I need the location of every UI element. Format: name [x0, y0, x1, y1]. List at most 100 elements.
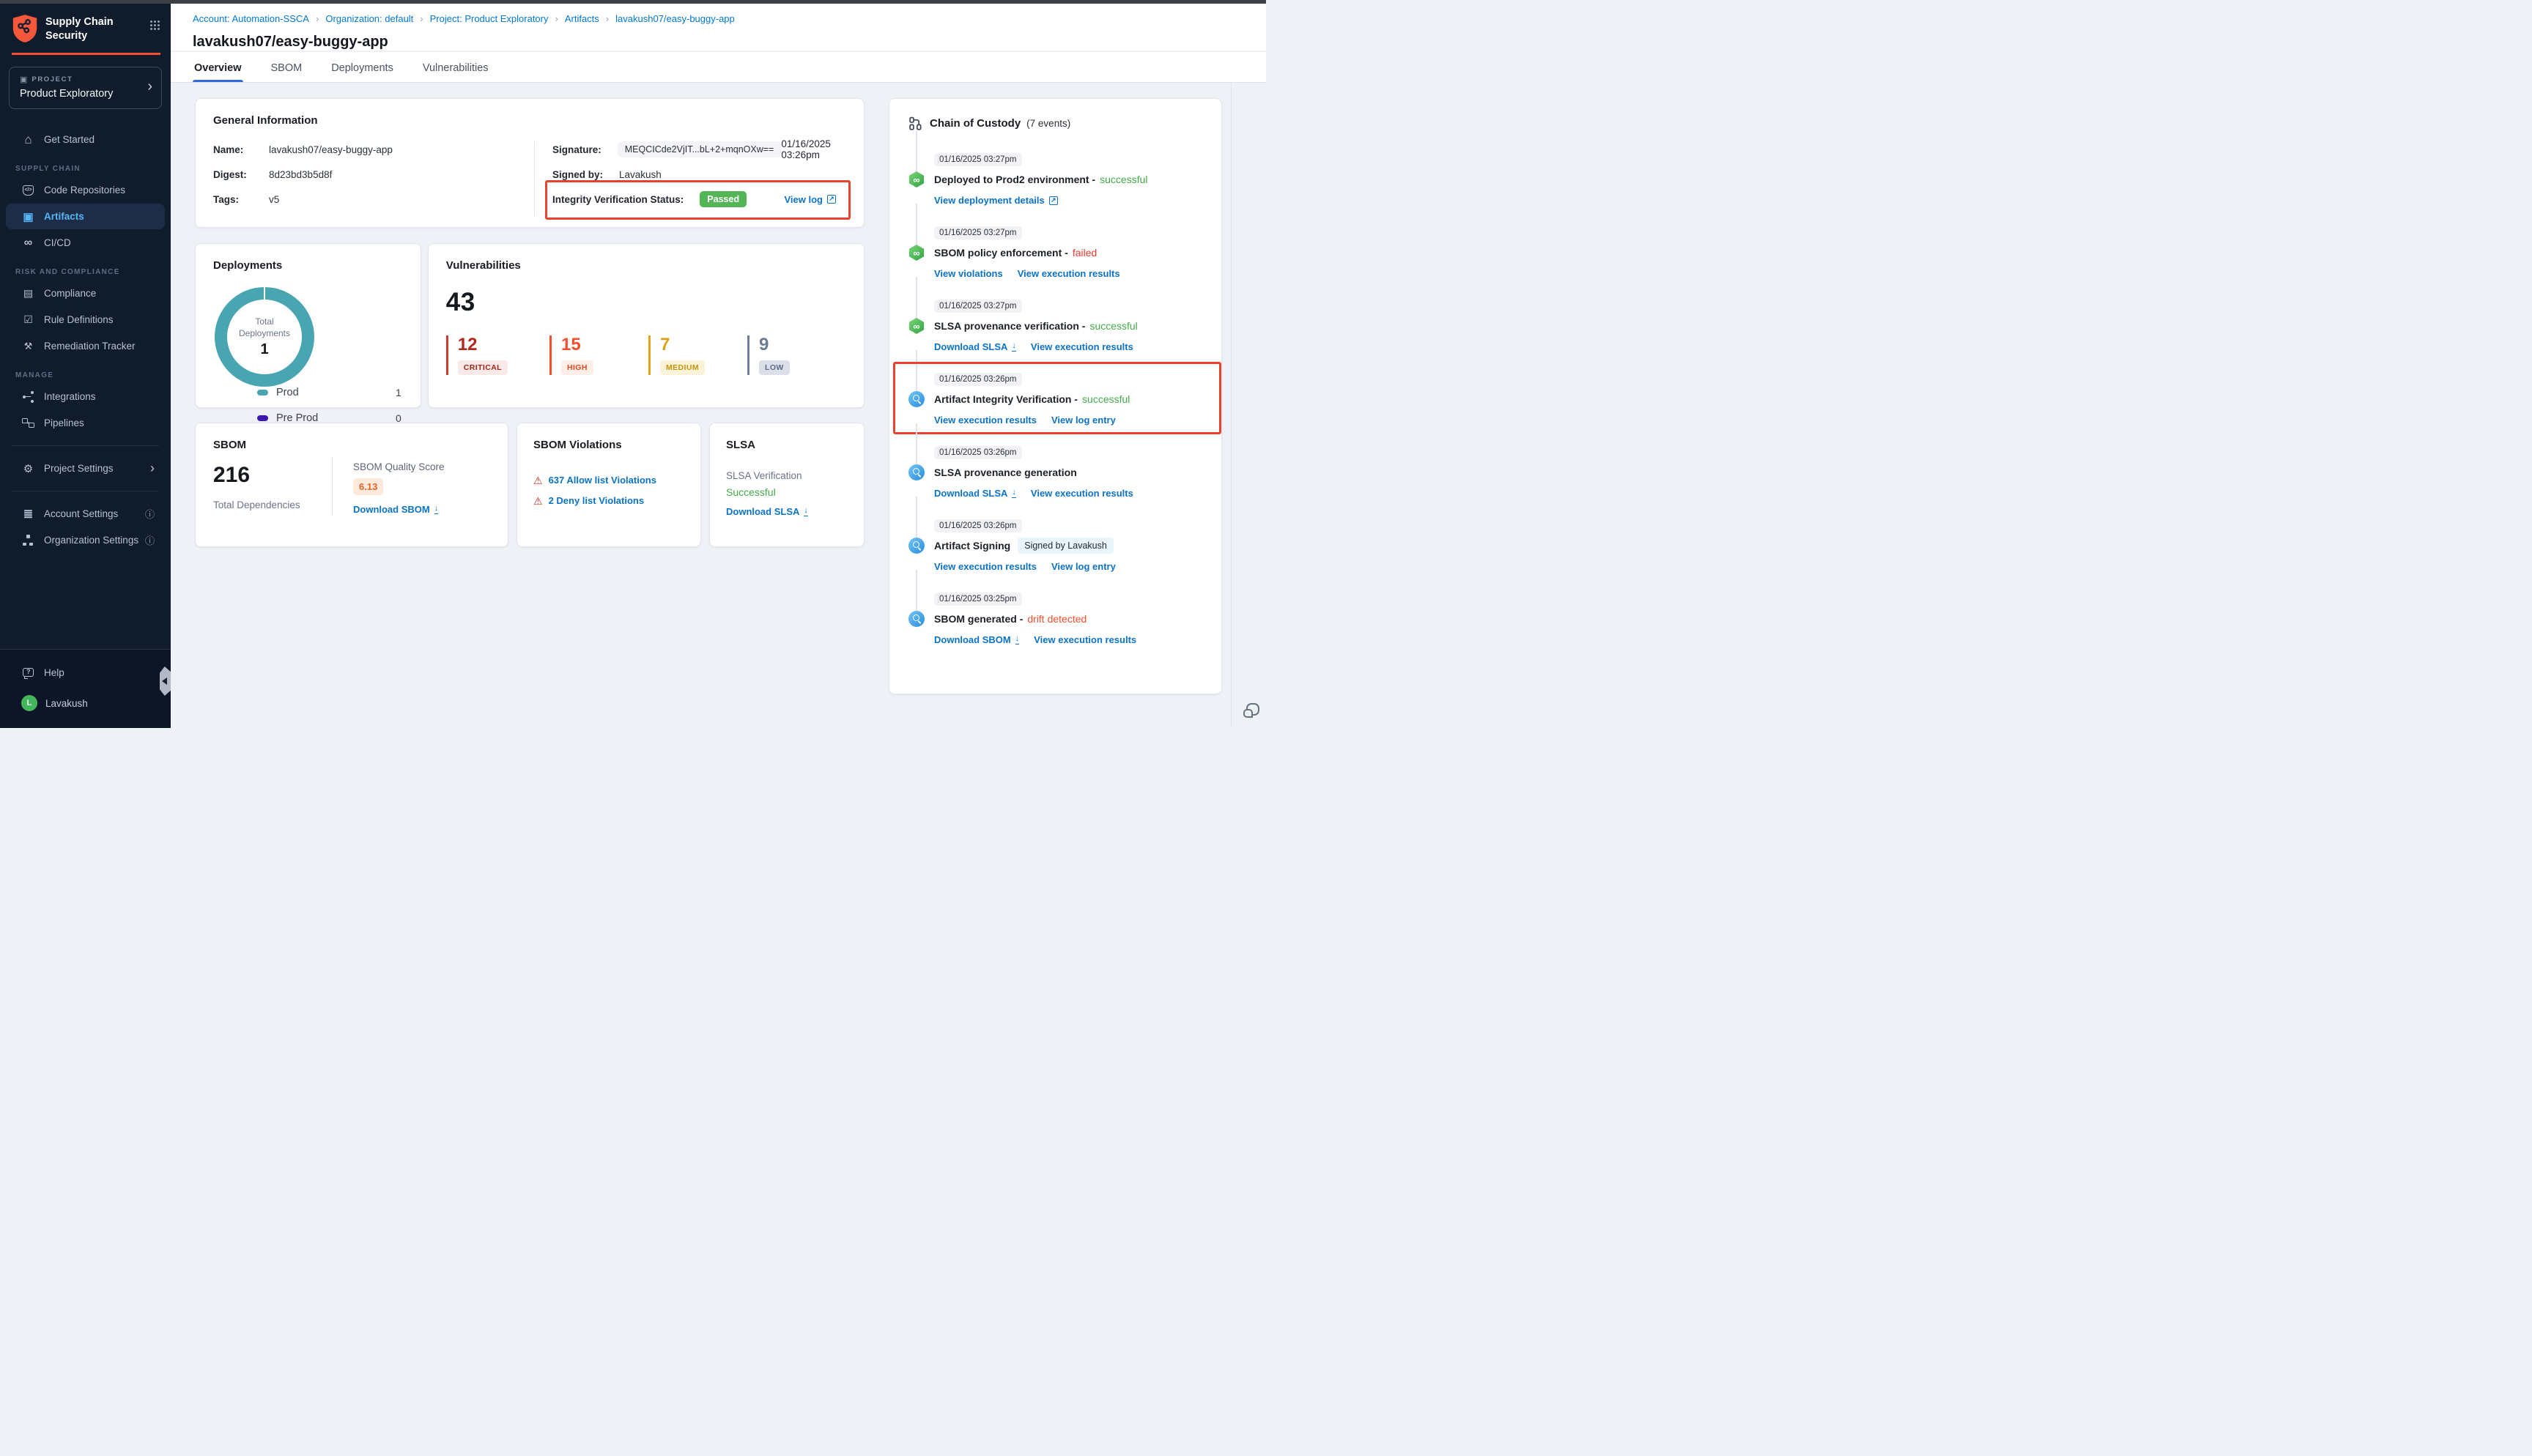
card-title: General Information [213, 114, 846, 127]
violation-row: ⚠ 637 Allow list Violations [533, 475, 684, 486]
app-grid-icon[interactable] [149, 20, 160, 31]
event-link[interactable]: View execution results [934, 561, 1037, 572]
project-label: PROJECT [32, 75, 73, 83]
box-tools-icon [21, 339, 35, 353]
event-link[interactable]: View execution results [1031, 341, 1133, 352]
breadcrumb-link[interactable]: Account: Automation-SSCA [193, 13, 309, 24]
general-information-card: General Information Name: lavakush07/eas… [195, 98, 865, 228]
digest-row: Digest: 8d23bd3b5d8f [213, 166, 534, 182]
sidebar-item-label: Compliance [44, 288, 96, 299]
sidebar-item[interactable]: Pipelines [6, 410, 165, 436]
tab[interactable]: Deployments [330, 52, 395, 82]
warning-triangle-icon: ⚠ [533, 496, 543, 506]
sidebar-item-user[interactable]: L Lavakush [6, 688, 165, 718]
sidebar-item-help[interactable]: Help [6, 658, 165, 687]
tab[interactable]: Overview [193, 52, 243, 82]
sidebar-item[interactable]: Compliance [6, 281, 165, 306]
event-timestamp: 01/16/2025 03:26pm [934, 373, 1022, 386]
artifact-name: lavakush07/easy-buggy-app [269, 144, 393, 155]
chain-event: 01/16/2025 03:25pm ∞ SBOM generated - dr… [908, 592, 1202, 645]
sidebar-item[interactable]: Rule Definitions [6, 307, 165, 333]
event-link[interactable]: Download SLSA [934, 488, 1016, 499]
tags-row: Tags: v5 [213, 191, 534, 207]
event-link[interactable]: View log entry [1051, 561, 1116, 572]
doc-search-icon [21, 286, 35, 300]
breadcrumb-link[interactable]: Project: Product Exploratory [413, 13, 548, 24]
event-title: Deployed to Prod2 environment - [934, 174, 1095, 185]
sidebar-item-organization-settings[interactable]: Organization Settings ⓘ [6, 527, 165, 553]
tab[interactable]: SBOM [270, 52, 304, 82]
ev-scan: ∞ [908, 391, 925, 407]
vulnerabilities-card: Vulnerabilities 43 12 CRITICAL [428, 243, 865, 408]
sidebar-item[interactable]: Integrations [6, 384, 165, 409]
signed-by-value: Lavakush [619, 169, 662, 180]
pipeline-icon [21, 416, 35, 430]
violations-link[interactable]: 2 Deny list Violations [549, 495, 645, 506]
chain-events-count: (7 events) [1026, 118, 1070, 129]
chat-help-icon[interactable] [1243, 703, 1259, 718]
download-slsa-link[interactable]: Download SLSA [726, 506, 808, 517]
event-link[interactable]: View execution results [1034, 634, 1136, 645]
severity-label-badge: LOW [759, 360, 790, 375]
main-content: Account: Automation-SSCAOrganization: de… [171, 4, 1266, 728]
breadcrumb-link[interactable]: Artifacts [549, 13, 599, 24]
event-link[interactable]: View execution results [1018, 268, 1120, 279]
slsa-verification-status: Successful [726, 486, 848, 498]
ev-scan: ∞ [908, 464, 925, 480]
sbom-quality-score-label: SBOM Quality Score [353, 461, 445, 472]
slsa-verification-label: SLSA Verification [726, 470, 848, 481]
sidebar-item[interactable]: Code Repositories [6, 177, 165, 203]
event-link[interactable]: Download SBOM [934, 634, 1019, 645]
deployments-card: Deployments Total Deployments 1 [195, 243, 421, 408]
scan-circle-icon [908, 391, 925, 407]
project-selector[interactable]: ▣ PROJECT Product Exploratory › [9, 67, 162, 109]
sidebar-sections: SUPPLY CHAIN Code Repositories [0, 165, 171, 436]
sidebar-item-account-settings[interactable]: Account Settings ⓘ [6, 501, 165, 527]
chain-event: 01/16/2025 03:26pm ∞ SLSA provenance gen… [908, 445, 1202, 499]
event-link[interactable]: View violations [934, 268, 1003, 279]
sidebar-collapse-handle[interactable] [160, 666, 171, 696]
breadcrumb-link[interactable]: lavakush07/easy-buggy-app [599, 13, 735, 24]
legend-swatch [257, 415, 268, 421]
event-title: SBOM generated - [934, 613, 1023, 625]
chain-of-custody-icon [908, 116, 922, 130]
sidebar-item[interactable]: CI/CD [6, 230, 165, 256]
status-badge: Passed [700, 191, 747, 207]
event-timestamp: 01/16/2025 03:26pm [934, 446, 1022, 459]
event-timestamp: 01/16/2025 03:26pm [934, 519, 1022, 532]
sidebar-item-label: Code Repositories [44, 185, 125, 196]
page-title: lavakush07/easy-buggy-app [193, 34, 1244, 51]
event-status: successful [1100, 174, 1147, 185]
severity-count: 15 [561, 335, 607, 354]
sidebar-item-label: Remediation Tracker [44, 341, 136, 352]
sidebar-item-project-settings[interactable]: Project Settings › [6, 456, 165, 481]
info-icon[interactable]: ⓘ [145, 507, 155, 521]
card-title: SLSA [726, 439, 848, 451]
event-link[interactable]: View execution results [1031, 488, 1133, 499]
download-sbom-link[interactable]: Download SBOM [353, 504, 438, 515]
view-log-link[interactable]: View log [785, 194, 837, 205]
sidebar-item[interactable]: Artifacts [6, 204, 165, 229]
warning-triangle-icon: ⚠ [533, 475, 543, 486]
pipeline-hexagon-icon: ∞ [908, 171, 925, 187]
tabbar: Overview SBOM Deployments Vulnerabilities [171, 52, 1266, 83]
signature-value-chip[interactable]: MEQCICde2VjIT...bL+2+mqnOXw== [618, 141, 782, 157]
breadcrumb-link[interactable]: Organization: default [309, 13, 413, 24]
chain-timeline: 01/16/2025 03:27pm ∞ Deployed to Prod2 e… [908, 152, 1202, 645]
artifact-digest: 8d23bd3b5d8f [269, 169, 332, 180]
sidebar-item-get-started[interactable]: Get Started [6, 127, 165, 152]
event-link[interactable]: Download SLSA [934, 341, 1016, 352]
supply-chain-security-logo-shield-icon [12, 14, 38, 43]
info-icon[interactable]: ⓘ [145, 533, 155, 547]
signature-row: Signature: MEQCICde2VjIT...bL+2+mqnOXw==… [552, 141, 846, 157]
infinity-icon [21, 236, 35, 250]
tab[interactable]: Vulnerabilities [421, 52, 490, 82]
event-link[interactable]: View execution results [934, 415, 1037, 426]
event-link[interactable]: View deployment details [934, 195, 1058, 206]
event-status: failed [1073, 247, 1097, 259]
event-link[interactable]: View log entry [1051, 415, 1116, 426]
chain-event: 01/16/2025 03:26pm ∞ Artifact Signing Si… [908, 519, 1202, 572]
violations-link[interactable]: 637 Allow list Violations [549, 475, 656, 486]
sidebar-item[interactable]: Remediation Tracker [6, 333, 165, 359]
card-title: SBOM [213, 439, 490, 451]
